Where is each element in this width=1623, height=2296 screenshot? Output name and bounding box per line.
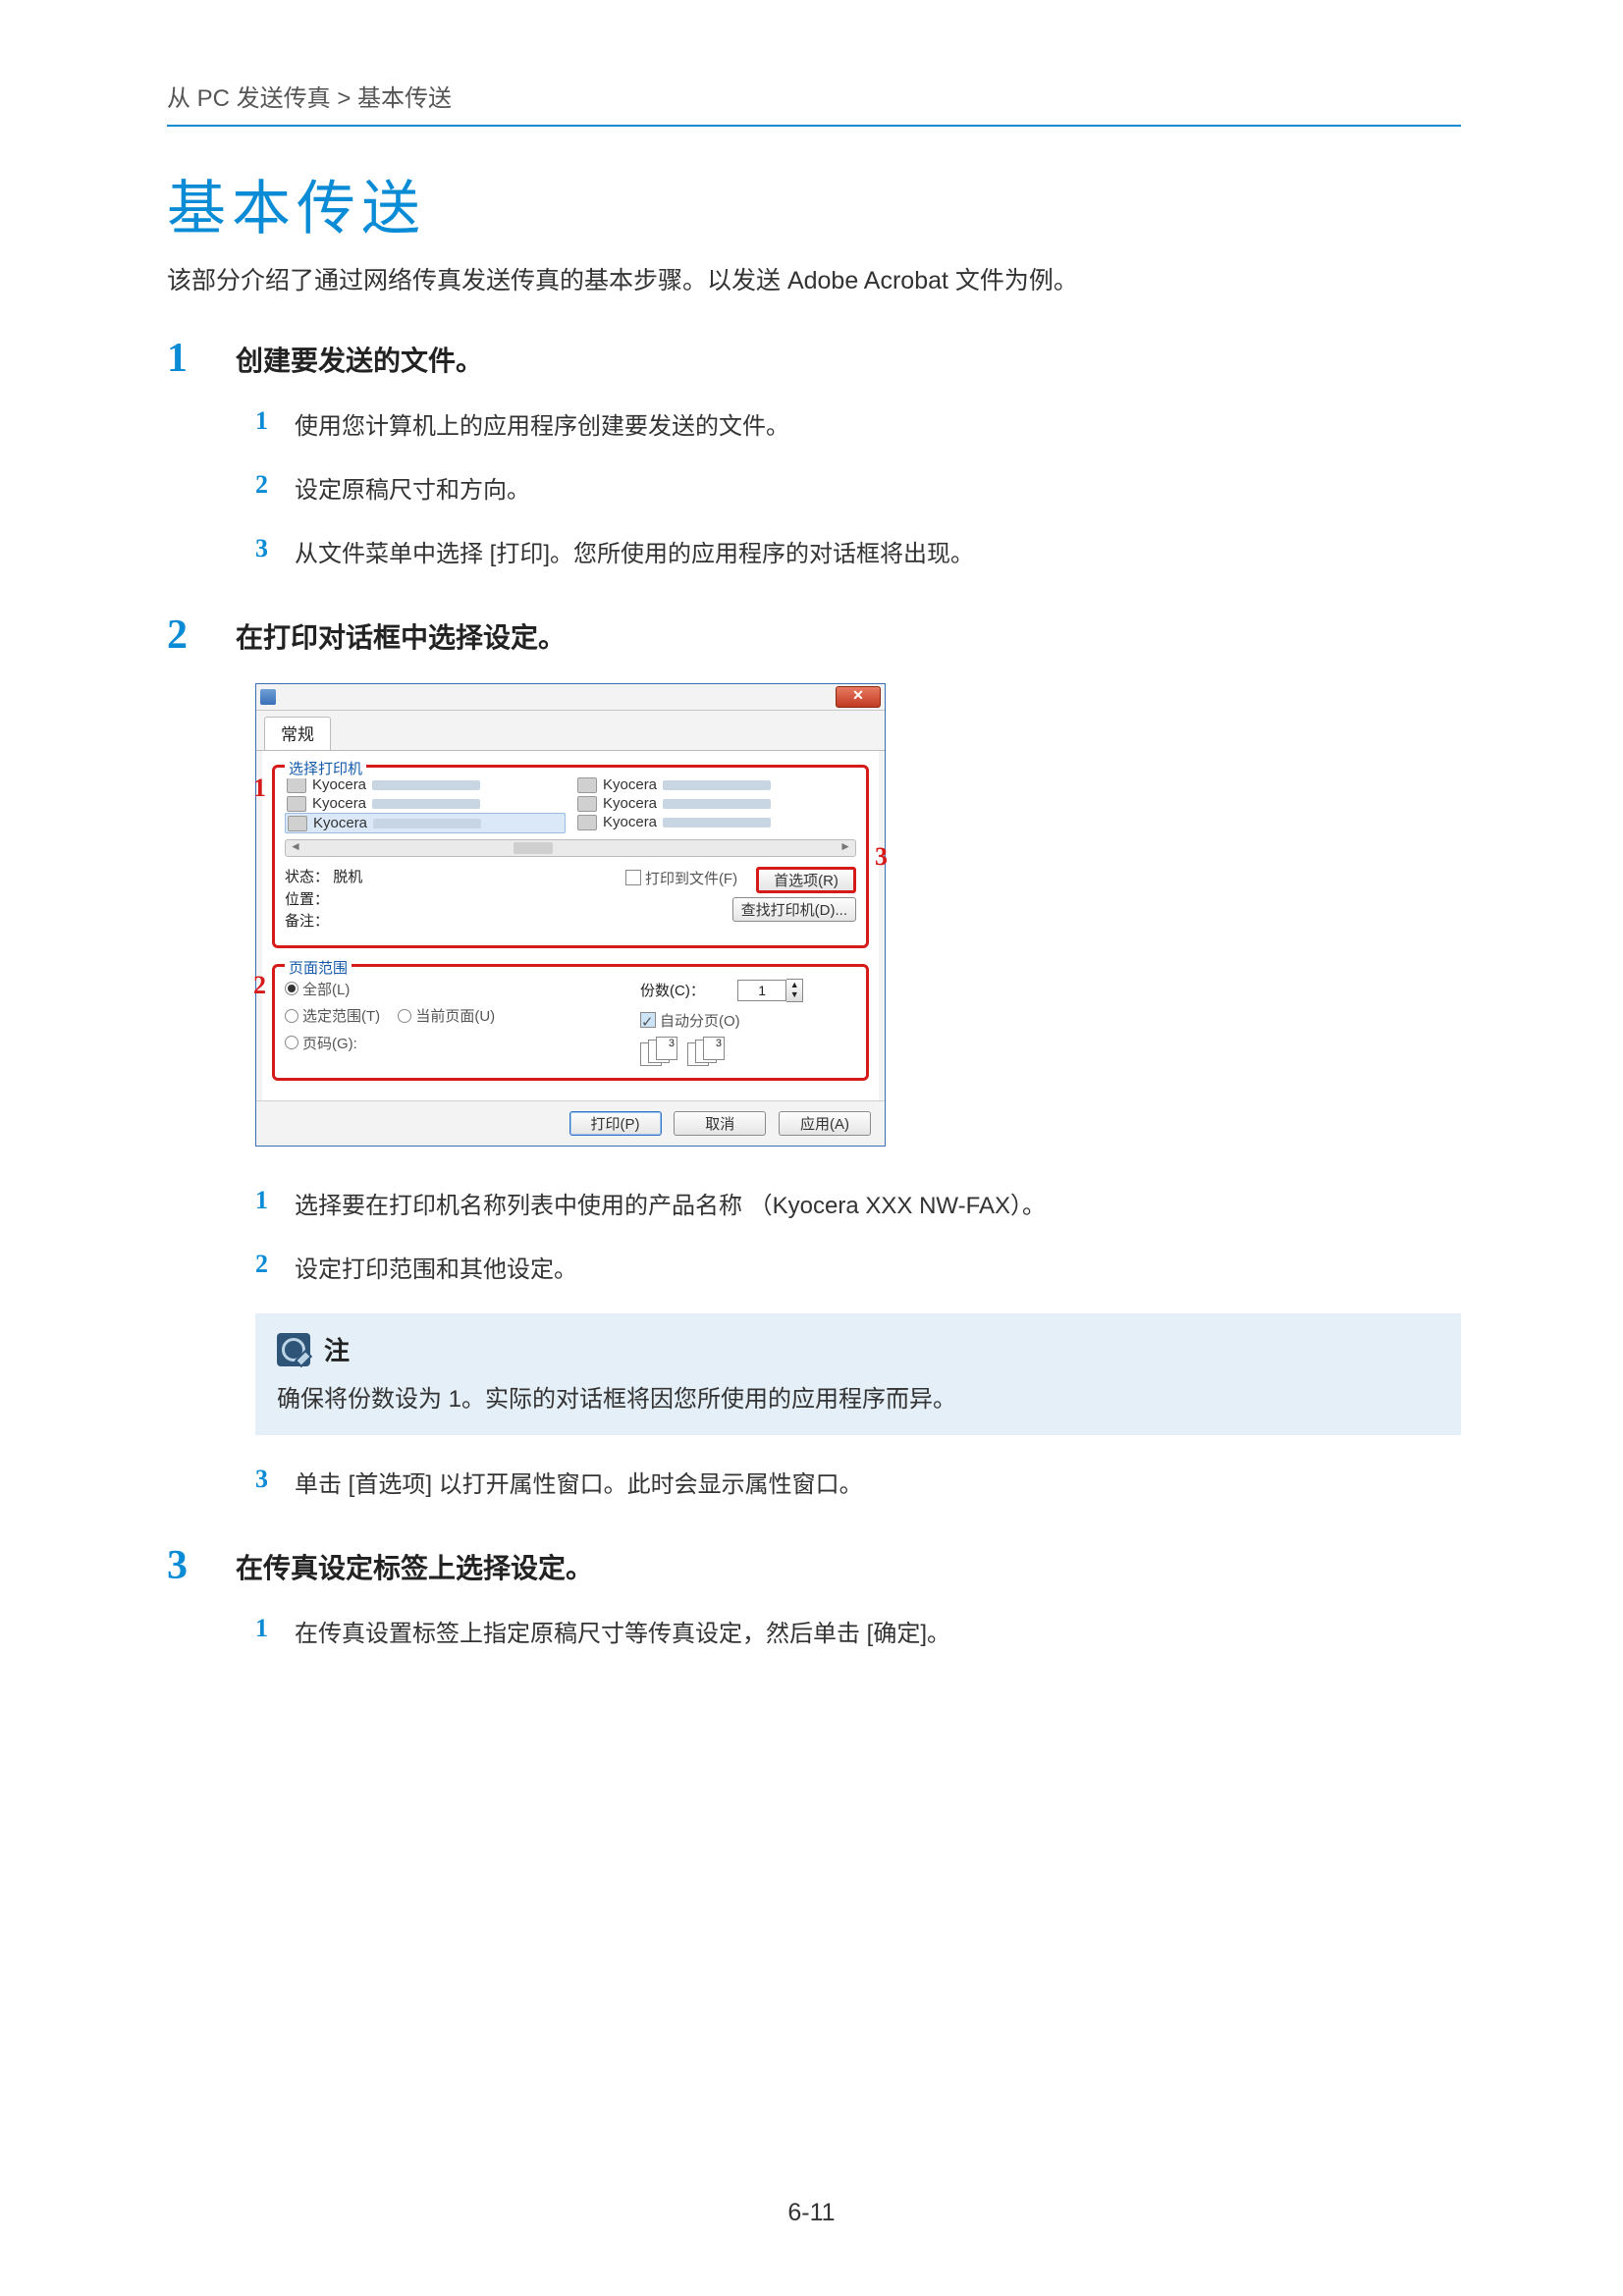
- substep-number: 3: [255, 534, 295, 568]
- step-number: 1: [167, 336, 236, 598]
- dialog-titlebar: ✕: [256, 684, 885, 711]
- substep-number: 1: [255, 406, 295, 441]
- cancel-button[interactable]: 取消: [674, 1111, 766, 1136]
- substep: 1 使用您计算机上的应用程序创建要发送的文件。: [255, 406, 1461, 441]
- dialog-footer: 打印(P) 取消 应用(A): [256, 1100, 885, 1146]
- printer-icon: [288, 816, 307, 831]
- step-3: 3 在传真设定标签上选择设定。 1 在传真设置标签上指定原稿尺寸等传真设定，然后…: [167, 1543, 1461, 1678]
- substep-number: 1: [255, 1186, 295, 1220]
- group-title: 页面范围: [285, 957, 352, 978]
- step-number: 3: [167, 1543, 236, 1678]
- substep-text: 单击 [首选项] 以打开属性窗口。此时会显示属性窗口。: [295, 1465, 1461, 1499]
- print-dialog-screenshot: ✕ 常规 1 3 选择打印机 Kyocera: [255, 683, 1461, 1147]
- find-printer-button[interactable]: 查找打印机(D)...: [732, 897, 856, 922]
- printer-status: 状态： 脱机 位置： 备注：: [285, 867, 614, 934]
- radio-all[interactable]: 全部(L): [285, 979, 350, 999]
- printer-icon: [577, 777, 597, 793]
- copies-label: 份数(C)：: [640, 983, 705, 999]
- substep-text: 从文件菜单中选择 [打印]。您所使用的应用程序的对话框将出现。: [295, 534, 1461, 568]
- substep-text: 选择要在打印机名称列表中使用的产品名称 （Kyocera XXX NW-FAX）…: [295, 1186, 1461, 1220]
- step-heading: 创建要发送的文件。: [236, 340, 1461, 379]
- substep-text: 在传真设置标签上指定原稿尺寸等传真设定，然后单击 [确定]。: [295, 1614, 1461, 1648]
- preferences-button[interactable]: 首选项(R): [756, 867, 856, 893]
- callout-1: 1: [253, 774, 266, 803]
- note-box: 注 确保将份数设为 1。实际的对话框将因您所使用的应用程序而异。: [255, 1313, 1461, 1435]
- page-title: 基本传送: [167, 161, 1461, 246]
- step-heading: 在打印对话框中选择设定。: [236, 616, 1461, 656]
- checkbox-print-to-file[interactable]: 打印到文件(F): [625, 868, 737, 888]
- printer-name: Kyocera: [603, 776, 657, 793]
- intro-text: 该部分介绍了通过网络传真发送传真的基本步骤。以发送 Adobe Acrobat …: [167, 261, 1461, 296]
- callout-3: 3: [875, 842, 888, 872]
- printer-list-right[interactable]: Kyocera Kyocera Kyocera: [575, 775, 856, 833]
- tab-general[interactable]: 常规: [264, 717, 331, 750]
- printer-name: Kyocera: [313, 815, 367, 831]
- print-button[interactable]: 打印(P): [569, 1111, 662, 1136]
- collate-illustration: 123 123: [640, 1037, 856, 1066]
- substep: 3 单击 [首选项] 以打开属性窗口。此时会显示属性窗口。: [255, 1465, 1461, 1499]
- group-page-range: 2 页面范围 全部(L) 选定范围(T) 当前页面(U): [272, 964, 869, 1082]
- substep-number: 2: [255, 1250, 295, 1284]
- close-button[interactable]: ✕: [836, 686, 881, 708]
- printer-name: Kyocera: [603, 814, 657, 830]
- substep-number: 1: [255, 1614, 295, 1648]
- checkbox-collate[interactable]: ✓自动分页(O): [640, 1010, 740, 1031]
- radio-pages[interactable]: 页码(G):: [285, 1033, 357, 1053]
- substep-number: 2: [255, 470, 295, 505]
- print-dialog: ✕ 常规 1 3 选择打印机 Kyocera: [255, 683, 886, 1147]
- printer-name: Kyocera: [312, 795, 366, 812]
- substep: 1 选择要在打印机名称列表中使用的产品名称 （Kyocera XXX NW-FA…: [255, 1186, 1461, 1220]
- printer-icon: [287, 777, 306, 793]
- note-text: 确保将份数设为 1。实际的对话框将因您所使用的应用程序而异。: [277, 1379, 1439, 1414]
- radio-selection[interactable]: 选定范围(T): [285, 1005, 380, 1026]
- printer-icon: [577, 796, 597, 812]
- step-number: 2: [167, 613, 236, 1528]
- header-rule: [167, 125, 1461, 127]
- note-title: 注: [324, 1331, 350, 1367]
- step-heading: 在传真设定标签上选择设定。: [236, 1547, 1461, 1586]
- group-select-printer: 1 3 选择打印机 Kyocera Kyocera Kyocera: [272, 765, 869, 948]
- note-icon: [277, 1333, 310, 1366]
- apply-button[interactable]: 应用(A): [779, 1111, 871, 1136]
- substep-number: 3: [255, 1465, 295, 1499]
- substep: 1 在传真设置标签上指定原稿尺寸等传真设定，然后单击 [确定]。: [255, 1614, 1461, 1648]
- step-2: 2 在打印对话框中选择设定。 ✕ 常规: [167, 613, 1461, 1528]
- substep-text: 设定打印范围和其他设定。: [295, 1250, 1461, 1284]
- substep: 2 设定原稿尺寸和方向。: [255, 470, 1461, 505]
- app-icon: [260, 689, 276, 705]
- printer-scrollbar[interactable]: [285, 839, 856, 857]
- printer-icon: [577, 815, 597, 830]
- printer-icon: [287, 796, 306, 812]
- dialog-tabbar: 常规: [256, 711, 885, 751]
- substep: 2 设定打印范围和其他设定。: [255, 1250, 1461, 1284]
- substep: 3 从文件菜单中选择 [打印]。您所使用的应用程序的对话框将出现。: [255, 534, 1461, 568]
- printer-name: Kyocera: [312, 776, 366, 793]
- printer-list-left[interactable]: Kyocera Kyocera Kyocera: [285, 775, 566, 833]
- substep-text: 设定原稿尺寸和方向。: [295, 470, 1461, 505]
- copies-spinner[interactable]: 1 ▲▼: [737, 979, 803, 1002]
- breadcrumb: 从 PC 发送传真 > 基本传送: [167, 79, 1461, 113]
- copies-value: 1: [737, 980, 786, 1001]
- radio-current-page[interactable]: 当前页面(U): [398, 1005, 495, 1026]
- printer-name: Kyocera: [603, 795, 657, 812]
- page-number: 6-11: [0, 2199, 1623, 2227]
- callout-2: 2: [253, 971, 266, 1000]
- step-1: 1 创建要发送的文件。 1 使用您计算机上的应用程序创建要发送的文件。 2 设定…: [167, 336, 1461, 598]
- group-title: 选择打印机: [285, 758, 366, 778]
- substep-text: 使用您计算机上的应用程序创建要发送的文件。: [295, 406, 1461, 441]
- spinner-arrows-icon[interactable]: ▲▼: [786, 979, 803, 1002]
